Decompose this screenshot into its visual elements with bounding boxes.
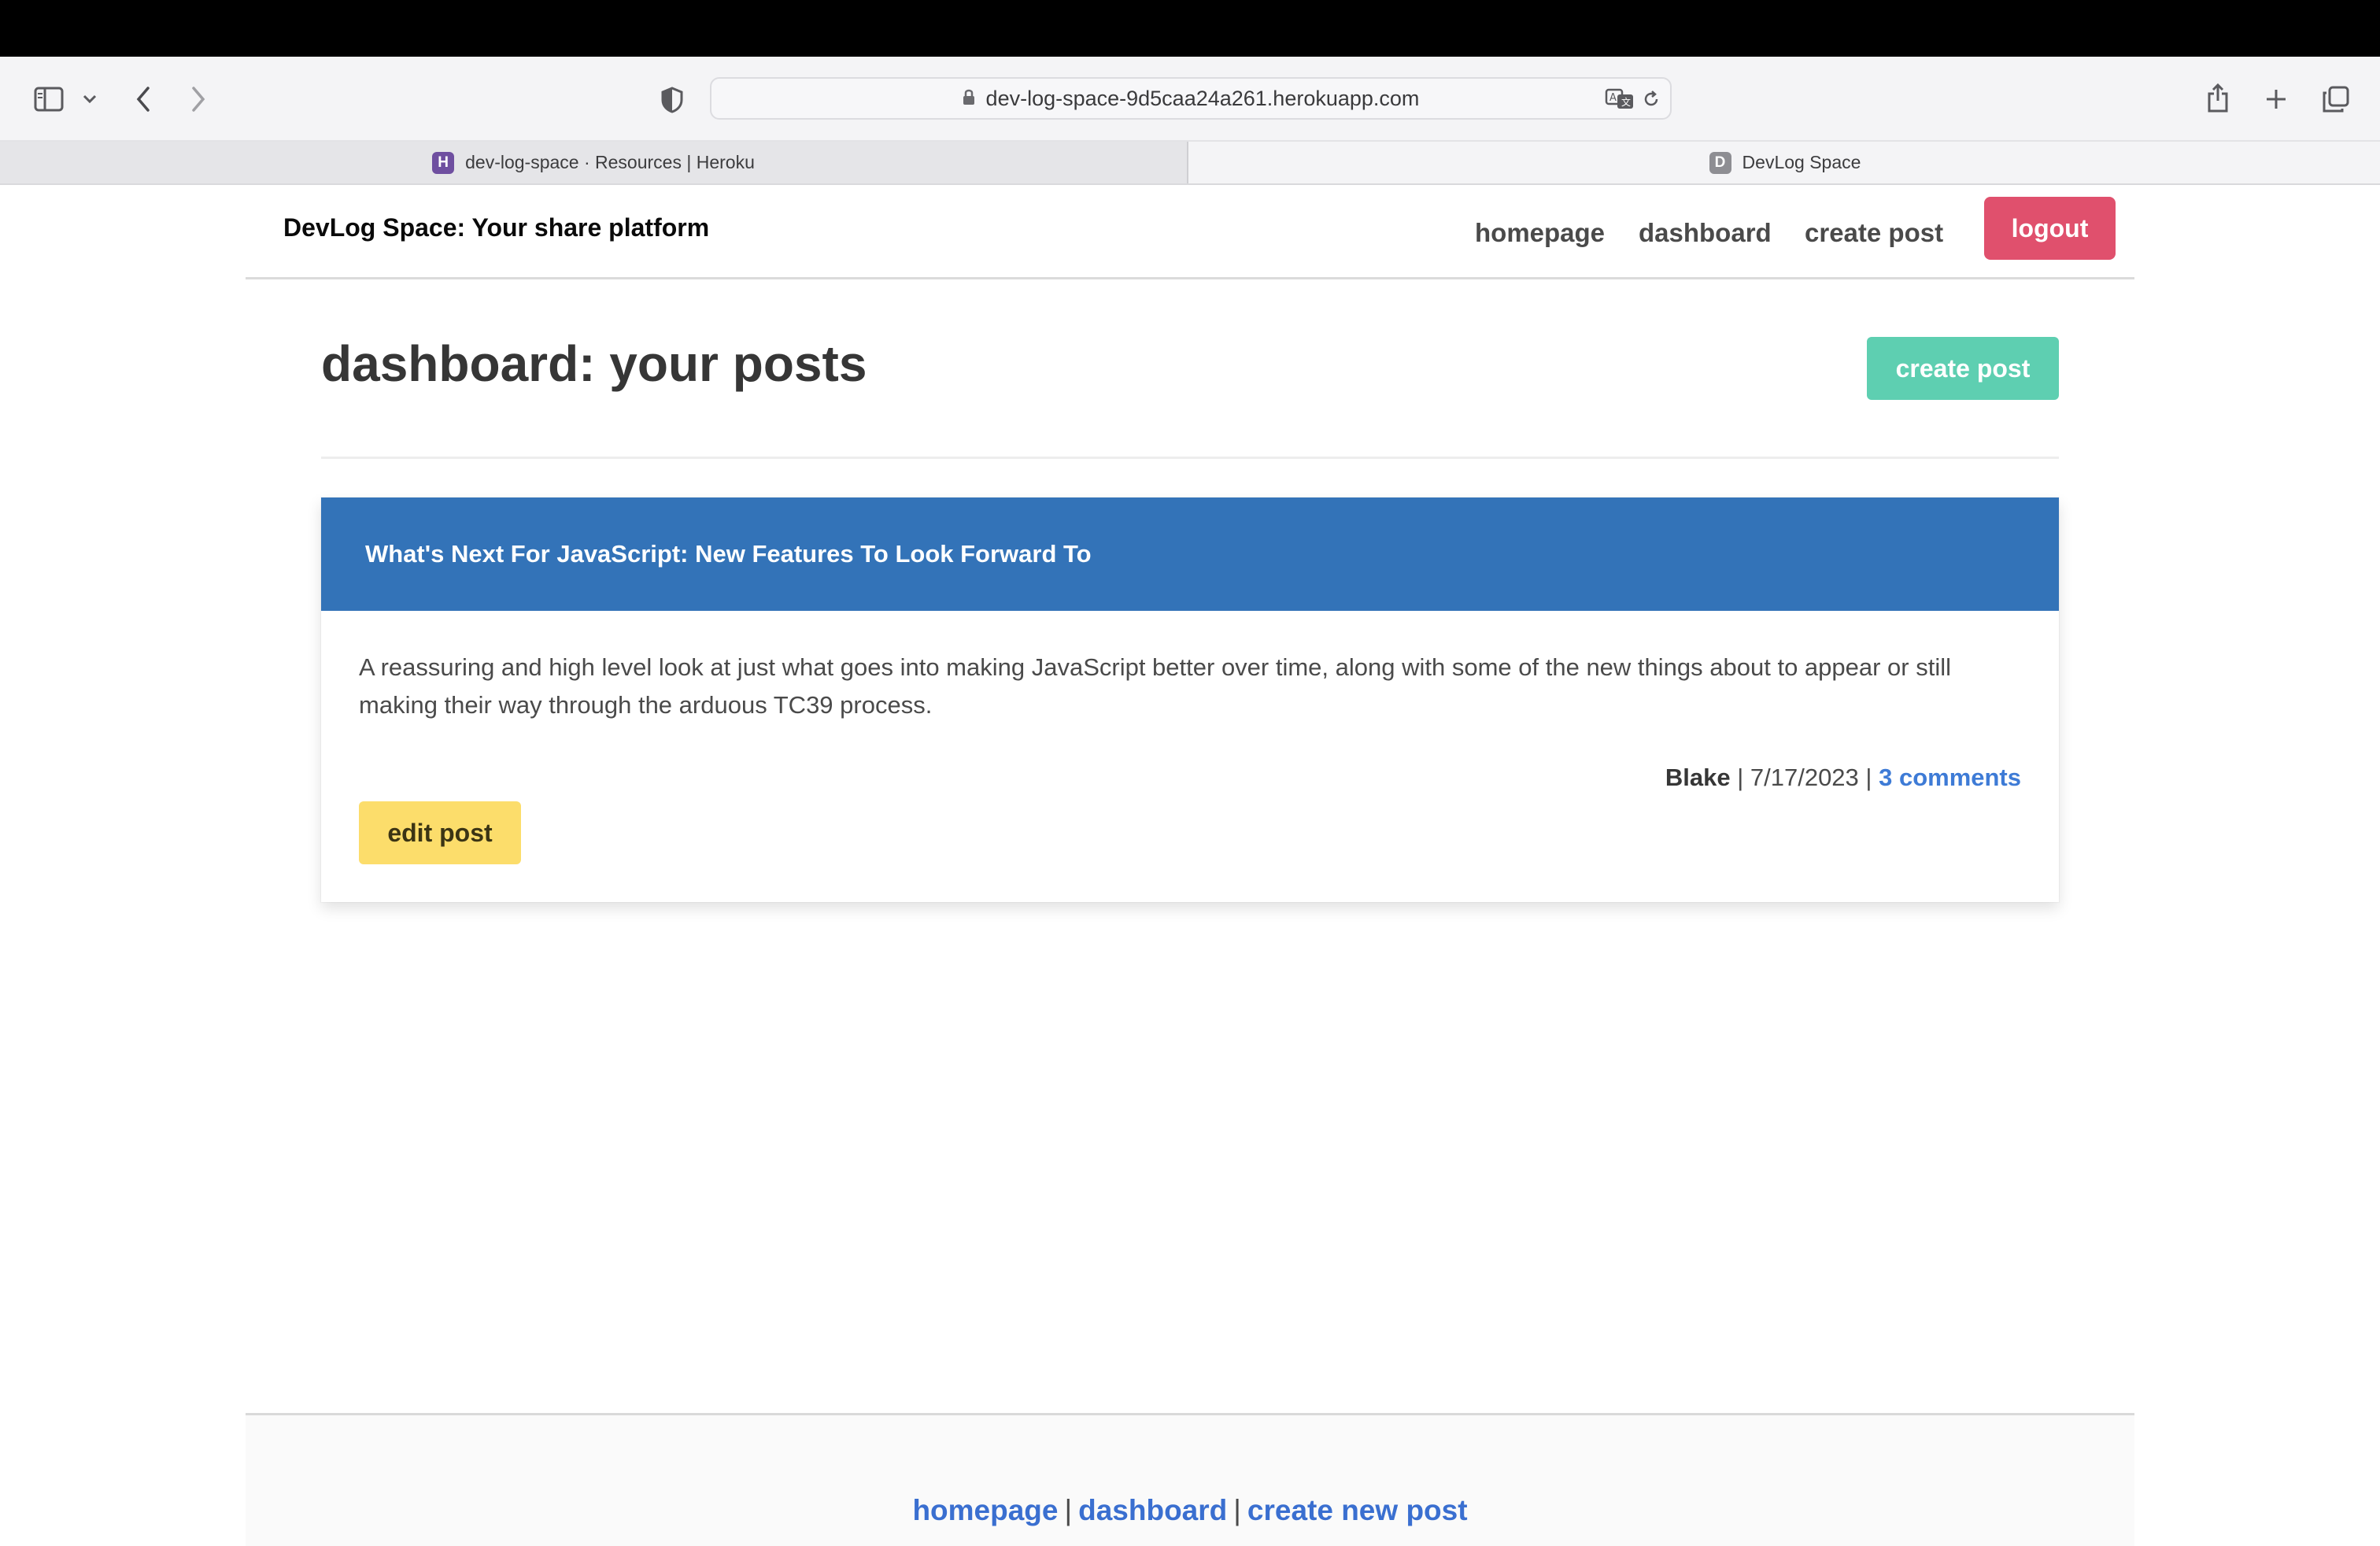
edit-post-button[interactable]: edit post [359, 801, 521, 864]
sidebar-toggle-icon[interactable] [31, 83, 66, 115]
back-icon[interactable] [131, 83, 156, 115]
privacy-shield-icon[interactable] [658, 85, 686, 115]
site-navbar: DevLog Space: Your share platform homepa… [246, 185, 2134, 279]
meta-separator: | [1737, 764, 1750, 791]
footer-link-dashboard[interactable]: dashboard [1078, 1494, 1227, 1526]
new-tab-icon[interactable] [2262, 85, 2290, 113]
nav-link-dashboard[interactable]: dashboard [1639, 218, 1772, 248]
site-footer: homepage | dashboard | create new post [246, 1413, 2134, 1546]
reload-icon[interactable] [1640, 88, 1662, 110]
tab-heroku[interactable]: H dev-log-space · Resources | Heroku [0, 142, 1188, 183]
lock-icon [963, 87, 975, 111]
tab-overview-icon[interactable] [2320, 83, 2352, 115]
create-post-button[interactable]: create post [1867, 337, 2059, 400]
post-card: What's Next For JavaScript: New Features… [321, 497, 2059, 902]
footer-links: homepage | dashboard | create new post [246, 1494, 2134, 1527]
share-icon[interactable] [2204, 80, 2232, 115]
post-meta: Blake | 7/17/2023 | 3 comments [1665, 764, 2021, 792]
post-date: 7/17/2023 [1750, 764, 1859, 791]
svg-text:文: 文 [1621, 96, 1631, 108]
nav-link-homepage[interactable]: homepage [1475, 218, 1605, 248]
footer-separator: | [1233, 1494, 1241, 1526]
address-bar[interactable]: dev-log-space-9d5caa24a261.herokuapp.com… [710, 77, 1672, 120]
post-author: Blake [1665, 764, 1731, 791]
heroku-favicon-icon: H [432, 151, 455, 174]
title-divider [321, 457, 2059, 459]
logout-button[interactable]: logout [1984, 197, 2116, 260]
post-card-header[interactable]: What's Next For JavaScript: New Features… [321, 497, 2059, 611]
tab-label: DevLog Space [1742, 152, 1861, 172]
post-title[interactable]: What's Next For JavaScript: New Features… [365, 540, 1092, 568]
footer-link-homepage[interactable]: homepage [912, 1494, 1058, 1526]
tab-strip: H dev-log-space · Resources | Heroku D D… [0, 140, 2380, 185]
forward-icon[interactable] [186, 83, 211, 115]
translate-icon[interactable]: A文 [1604, 87, 1635, 112]
post-comments-link[interactable]: 3 comments [1879, 764, 2021, 791]
tab-devlog-space[interactable]: D DevLog Space [1190, 142, 2380, 183]
devlog-favicon-icon: D [1709, 151, 1731, 174]
tab-label: dev-log-space · Resources | Heroku [465, 152, 755, 172]
footer-link-create-new-post[interactable]: create new post [1247, 1494, 1468, 1526]
chevron-down-icon[interactable] [79, 88, 101, 110]
screen-top-bar [0, 0, 2380, 57]
site-brand[interactable]: DevLog Space: Your share platform [283, 213, 709, 242]
page-title: dashboard: your posts [321, 335, 867, 392]
footer-separator: | [1064, 1494, 1073, 1526]
post-body: A reassuring and high level look at just… [359, 653, 1952, 719]
meta-separator: | [1865, 764, 1879, 791]
url-text: dev-log-space-9d5caa24a261.herokuapp.com [985, 86, 1420, 110]
nav-link-create-post[interactable]: create post [1805, 218, 1943, 248]
svg-text:A: A [1609, 92, 1617, 104]
